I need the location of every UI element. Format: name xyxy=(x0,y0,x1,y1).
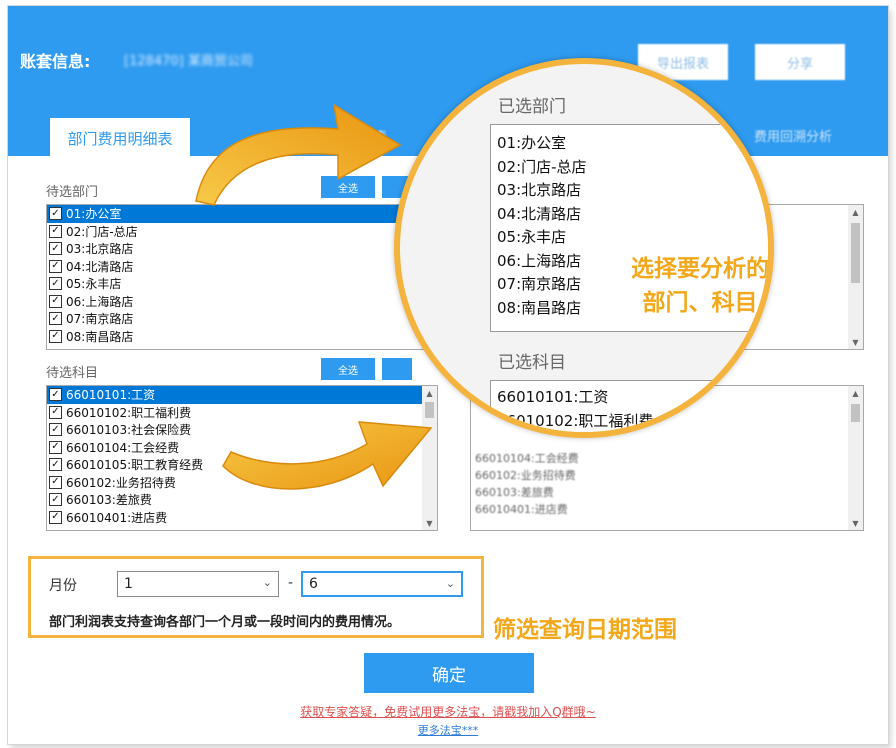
checkbox[interactable]: ✓ xyxy=(49,329,62,343)
list-item-label: 66010105:职工教育经费 xyxy=(66,458,204,473)
selected-departments-scrollbar[interactable]: ▲ ▼ xyxy=(848,205,863,349)
checkbox[interactable]: ✓ xyxy=(49,423,62,437)
checkbox[interactable]: ✓ xyxy=(49,458,62,472)
checkbox[interactable]: ✓ xyxy=(49,207,62,221)
selected-subjects-label: 已选科目 xyxy=(498,353,566,373)
scroll-down-icon[interactable]: ▼ xyxy=(848,516,863,530)
share-button[interactable]: 分享 xyxy=(755,44,845,80)
month-label: 月份 xyxy=(49,578,77,594)
expert-support-link[interactable]: 获取专家答疑，免费试用更多法宝，请戳我加入Q群哦~ xyxy=(8,703,888,720)
scroll-up-icon[interactable]: ▲ xyxy=(422,386,437,400)
list-item-label: 660102:业务招待费 xyxy=(66,475,176,490)
selected-departments-label: 已选部门 xyxy=(498,97,566,117)
date-filter-frame: 月份 1 ⌄ - 6 ⌄ 部门利润表支持查询各部门一个月或一段时间内的费用情况。 xyxy=(28,556,484,638)
upper-curved-arrow-icon xyxy=(195,103,402,206)
department-list[interactable]: ✓ 01:办公室 ✓ 02:门店-总店 ✓ 03:北京路店 ✓ 04:北清路店 ✓ 05:永丰店 ✓… xyxy=(46,204,438,350)
month-range-separator: - xyxy=(288,575,294,591)
list-item-label: 04:北清路店 xyxy=(66,259,134,274)
scroll-up-icon[interactable]: ▲ xyxy=(848,386,863,400)
scroll-thumb[interactable] xyxy=(851,404,860,422)
select-caption-line-1: 选择要分析的 xyxy=(631,255,769,282)
date-caption: 筛选查询日期范围 xyxy=(493,616,677,643)
checkbox[interactable]: ✓ xyxy=(49,312,62,326)
select-caption-line-2: 部门、科目 xyxy=(642,289,758,316)
checkbox[interactable]: ✓ xyxy=(49,259,62,273)
lower-curved-arrow-icon xyxy=(222,421,433,490)
month-to-value: 6 xyxy=(309,576,318,592)
list-item-label: 05:永丰店 xyxy=(66,277,122,292)
checkbox[interactable]: ✓ xyxy=(49,388,62,402)
checkbox[interactable]: ✓ xyxy=(49,242,62,256)
list-item-label: 66010401:进店费 xyxy=(66,510,168,525)
list-item-label: 06:上海路店 xyxy=(66,294,134,309)
checkbox[interactable]: ✓ xyxy=(49,224,62,238)
list-item[interactable]: ✓ 05:永丰店 xyxy=(47,275,437,293)
magnifier-callout: 已选部门 01:办公室 02:门店-总店 03:北京路店 04:北清路店 05:永丰店 0… xyxy=(394,58,774,438)
chevron-down-icon: ⌄ xyxy=(445,577,455,590)
subject-panel-label: 待选科目 xyxy=(46,366,99,381)
chevron-down-icon: ⌄ xyxy=(262,576,272,589)
list-item[interactable]: ✓ 08:南昌路店 xyxy=(47,328,437,346)
list-item[interactable]: ✓ 02:门店-总店 xyxy=(47,223,437,241)
list-item: 66010101:工资 xyxy=(497,388,609,407)
selected-subjects-scrollbar[interactable]: ▲ ▼ xyxy=(848,386,863,530)
list-item[interactable]: ✓ 04:北清路店 xyxy=(47,258,437,276)
list-item[interactable]: ✓ 06:上海路店 xyxy=(47,293,437,311)
department-panel-label: 待选部门 xyxy=(46,185,99,200)
scroll-down-icon[interactable]: ▼ xyxy=(848,335,863,349)
month-from-value: 1 xyxy=(124,576,133,592)
checkbox[interactable]: ✓ xyxy=(49,405,62,419)
list-item: 01:办公室 xyxy=(497,134,567,153)
date-filter-note: 部门利润表支持查询各部门一个月或一段时间内的费用情况。 xyxy=(49,615,401,630)
scroll-down-icon[interactable]: ▼ xyxy=(422,516,437,530)
list-item[interactable]: ✓ 07:南京路店 xyxy=(47,310,437,328)
list-item: 04:北清路店 xyxy=(497,204,582,223)
list-item-label: 66010103:社会保险费 xyxy=(66,423,192,438)
list-item: 66010401:进店费 xyxy=(475,503,568,516)
month-to-select[interactable]: 6 ⌄ xyxy=(301,571,463,597)
checkbox[interactable]: ✓ xyxy=(49,493,62,507)
list-item: 66010104:工会经费 xyxy=(475,452,579,465)
list-item-label: 03:北京路店 xyxy=(66,242,134,257)
checkbox[interactable]: ✓ xyxy=(49,277,62,291)
list-item[interactable]: ✓ 66010101:工资 xyxy=(47,386,437,404)
list-item-label: 07:南京路店 xyxy=(66,312,134,327)
scroll-thumb[interactable] xyxy=(851,223,860,283)
checkbox[interactable]: ✓ xyxy=(49,510,62,524)
list-item-label: 08:南昌路店 xyxy=(66,329,134,344)
list-item: 05:永丰店 xyxy=(497,228,567,247)
list-item-label: 66010101:工资 xyxy=(66,388,156,403)
more-tools-link[interactable]: 更多法宝*** xyxy=(8,722,888,738)
list-item-label: 02:门店-总店 xyxy=(66,224,138,239)
select-all-subjects-button[interactable]: 全选 xyxy=(321,358,375,380)
list-item-label: 01:办公室 xyxy=(66,207,122,222)
magnified-selected-subjects-list: 66010101:工资66010102:职工福利费66010103:社会保险费6… xyxy=(490,380,768,432)
list-item-label: 66010102:职工福利费 xyxy=(66,405,192,420)
list-item: 02:门店-总店 xyxy=(497,157,587,176)
account-label: 账套信息: xyxy=(20,52,91,71)
checkbox[interactable]: ✓ xyxy=(49,475,62,489)
account-value: [128470] 某商贸公司 xyxy=(124,54,253,69)
app-window: 账套信息: [128470] 某商贸公司 导出报表 分享 部门费用明细表 统计表… xyxy=(8,6,888,744)
list-item[interactable]: ✓ 66010401:进店费 xyxy=(47,509,437,527)
checkbox[interactable]: ✓ xyxy=(49,440,62,454)
scroll-up-icon[interactable]: ▲ xyxy=(848,205,863,219)
list-item[interactable]: ✓ 03:北京路店 xyxy=(47,240,437,258)
month-from-select[interactable]: 1 ⌄ xyxy=(117,571,279,597)
list-item: 66010102:职工福利费 xyxy=(497,411,654,430)
list-item: 660102:业务招待费 xyxy=(475,469,576,482)
checkbox[interactable]: ✓ xyxy=(49,294,62,308)
tab-department-expense-detail[interactable]: 部门费用明细表 xyxy=(50,118,190,158)
list-item-label: 66010104:工会经费 xyxy=(66,440,180,455)
select-none-subjects-button[interactable] xyxy=(382,358,412,380)
confirm-button[interactable]: 确定 xyxy=(364,653,534,693)
list-item: 660103:差旅费 xyxy=(475,486,554,499)
list-item-label: 660103:差旅费 xyxy=(66,493,152,508)
list-item: 03:北京路店 xyxy=(497,181,582,200)
select-caption: 选择要分析的 部门、科目 xyxy=(608,252,769,320)
